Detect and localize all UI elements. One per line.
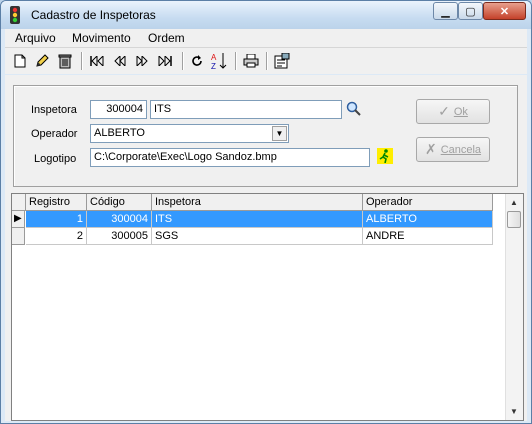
first-record-icon[interactable] [88, 52, 106, 70]
toolbar-separator [81, 52, 83, 70]
records-grid: Registro Código Inspetora Operador ▶ 1 3… [11, 193, 524, 421]
toolbar-separator [266, 52, 268, 70]
logotipo-label: Logotipo [34, 153, 77, 165]
table-cell-codigo[interactable]: 300004 [87, 211, 152, 228]
table-cell-inspetora[interactable]: ITS [152, 211, 363, 228]
menu-movimento[interactable]: Movimento [72, 31, 131, 45]
minimize-icon: ▁ [441, 5, 450, 18]
inspetora-code-field[interactable]: 300004 [90, 100, 147, 119]
window-title: Cadastro de Inspetoras [31, 8, 156, 22]
current-row-arrow-icon: ▶ [14, 213, 22, 224]
operador-select[interactable]: ALBERTO ▼ [90, 124, 289, 143]
column-header-codigo[interactable]: Código [87, 194, 152, 211]
cancel-label: Cancela [440, 143, 482, 156]
menu-arquivo[interactable]: Arquivo [15, 31, 56, 45]
form-group: Inspetora 300004 ITS Operador ALBERTO ▼ … [13, 85, 518, 187]
operador-value: ALBERTO [94, 127, 145, 139]
vertical-scrollbar[interactable]: ▲ ▼ [505, 194, 523, 420]
toolbar: AZ [5, 48, 527, 74]
next-record-icon[interactable] [133, 52, 151, 70]
main-window: Cadastro de Inspetoras ▁ ▢ ✕ Arquivo Mov… [0, 0, 532, 424]
logotipo-field[interactable]: C:\Corporate\Exec\Logo Sandoz.bmp [90, 148, 370, 167]
print-icon[interactable] [242, 52, 260, 70]
toolbar-separator [235, 52, 237, 70]
scroll-down-icon[interactable]: ▼ [507, 403, 521, 419]
table-cell-codigo[interactable]: 300005 [87, 228, 152, 245]
table-cell-operador[interactable]: ANDRE [363, 228, 493, 245]
search-icon[interactable] [346, 101, 362, 117]
sort-az-icon[interactable]: AZ [210, 52, 228, 70]
inspetora-name-field[interactable]: ITS [150, 100, 342, 119]
scroll-thumb[interactable] [507, 211, 521, 228]
row-indicator[interactable] [12, 228, 25, 245]
table-cell-registro[interactable]: 2 [26, 228, 87, 245]
prior-record-icon[interactable] [111, 52, 129, 70]
checkmark-icon: ✓ [438, 103, 450, 119]
cancel-button[interactable]: ✗ Cancela [416, 137, 490, 162]
menu-ordem[interactable]: Ordem [148, 31, 185, 45]
refresh-icon[interactable] [188, 52, 206, 70]
traffic-light-icon [10, 6, 20, 24]
column-header-inspetora[interactable]: Inspetora [152, 194, 363, 211]
svg-text:Z: Z [211, 62, 216, 70]
cross-icon: ✗ [424, 141, 437, 157]
column-header-operador[interactable]: Operador [363, 194, 493, 211]
minimize-button[interactable]: ▁ [433, 2, 458, 20]
last-record-icon[interactable] [156, 52, 174, 70]
menu-bar: Arquivo Movimento Ordem [5, 29, 527, 48]
maximize-button[interactable]: ▢ [458, 2, 483, 20]
edit-pencil-icon[interactable] [33, 52, 51, 70]
new-document-icon[interactable] [11, 52, 29, 70]
close-button[interactable]: ✕ [483, 2, 526, 20]
scroll-up-icon[interactable]: ▲ [507, 194, 521, 210]
column-header-registro[interactable]: Registro [26, 194, 87, 211]
ok-button[interactable]: ✓ Ok [416, 99, 490, 124]
toolbar-separator [182, 52, 184, 70]
table-cell-operador[interactable]: ALBERTO [363, 211, 493, 228]
running-man-icon[interactable] [377, 148, 393, 164]
properties-icon[interactable] [273, 52, 291, 70]
table-cell-inspetora[interactable]: SGS [152, 228, 363, 245]
ok-label: Ok [453, 105, 468, 118]
row-indicator[interactable]: ▶ [12, 211, 25, 228]
delete-trash-icon[interactable] [56, 52, 74, 70]
operador-label: Operador [31, 128, 78, 140]
maximize-icon: ▢ [465, 5, 476, 18]
inspetora-label: Inspetora [31, 104, 77, 116]
close-icon: ✕ [499, 5, 510, 18]
chevron-down-icon[interactable]: ▼ [272, 126, 287, 141]
grid-corner [12, 194, 26, 211]
table-cell-registro[interactable]: 1 [26, 211, 87, 228]
svg-text:A: A [211, 53, 217, 62]
client-area: Inspetora 300004 ITS Operador ALBERTO ▼ … [5, 75, 527, 421]
title-bar[interactable]: Cadastro de Inspetoras ▁ ▢ ✕ [1, 1, 531, 29]
